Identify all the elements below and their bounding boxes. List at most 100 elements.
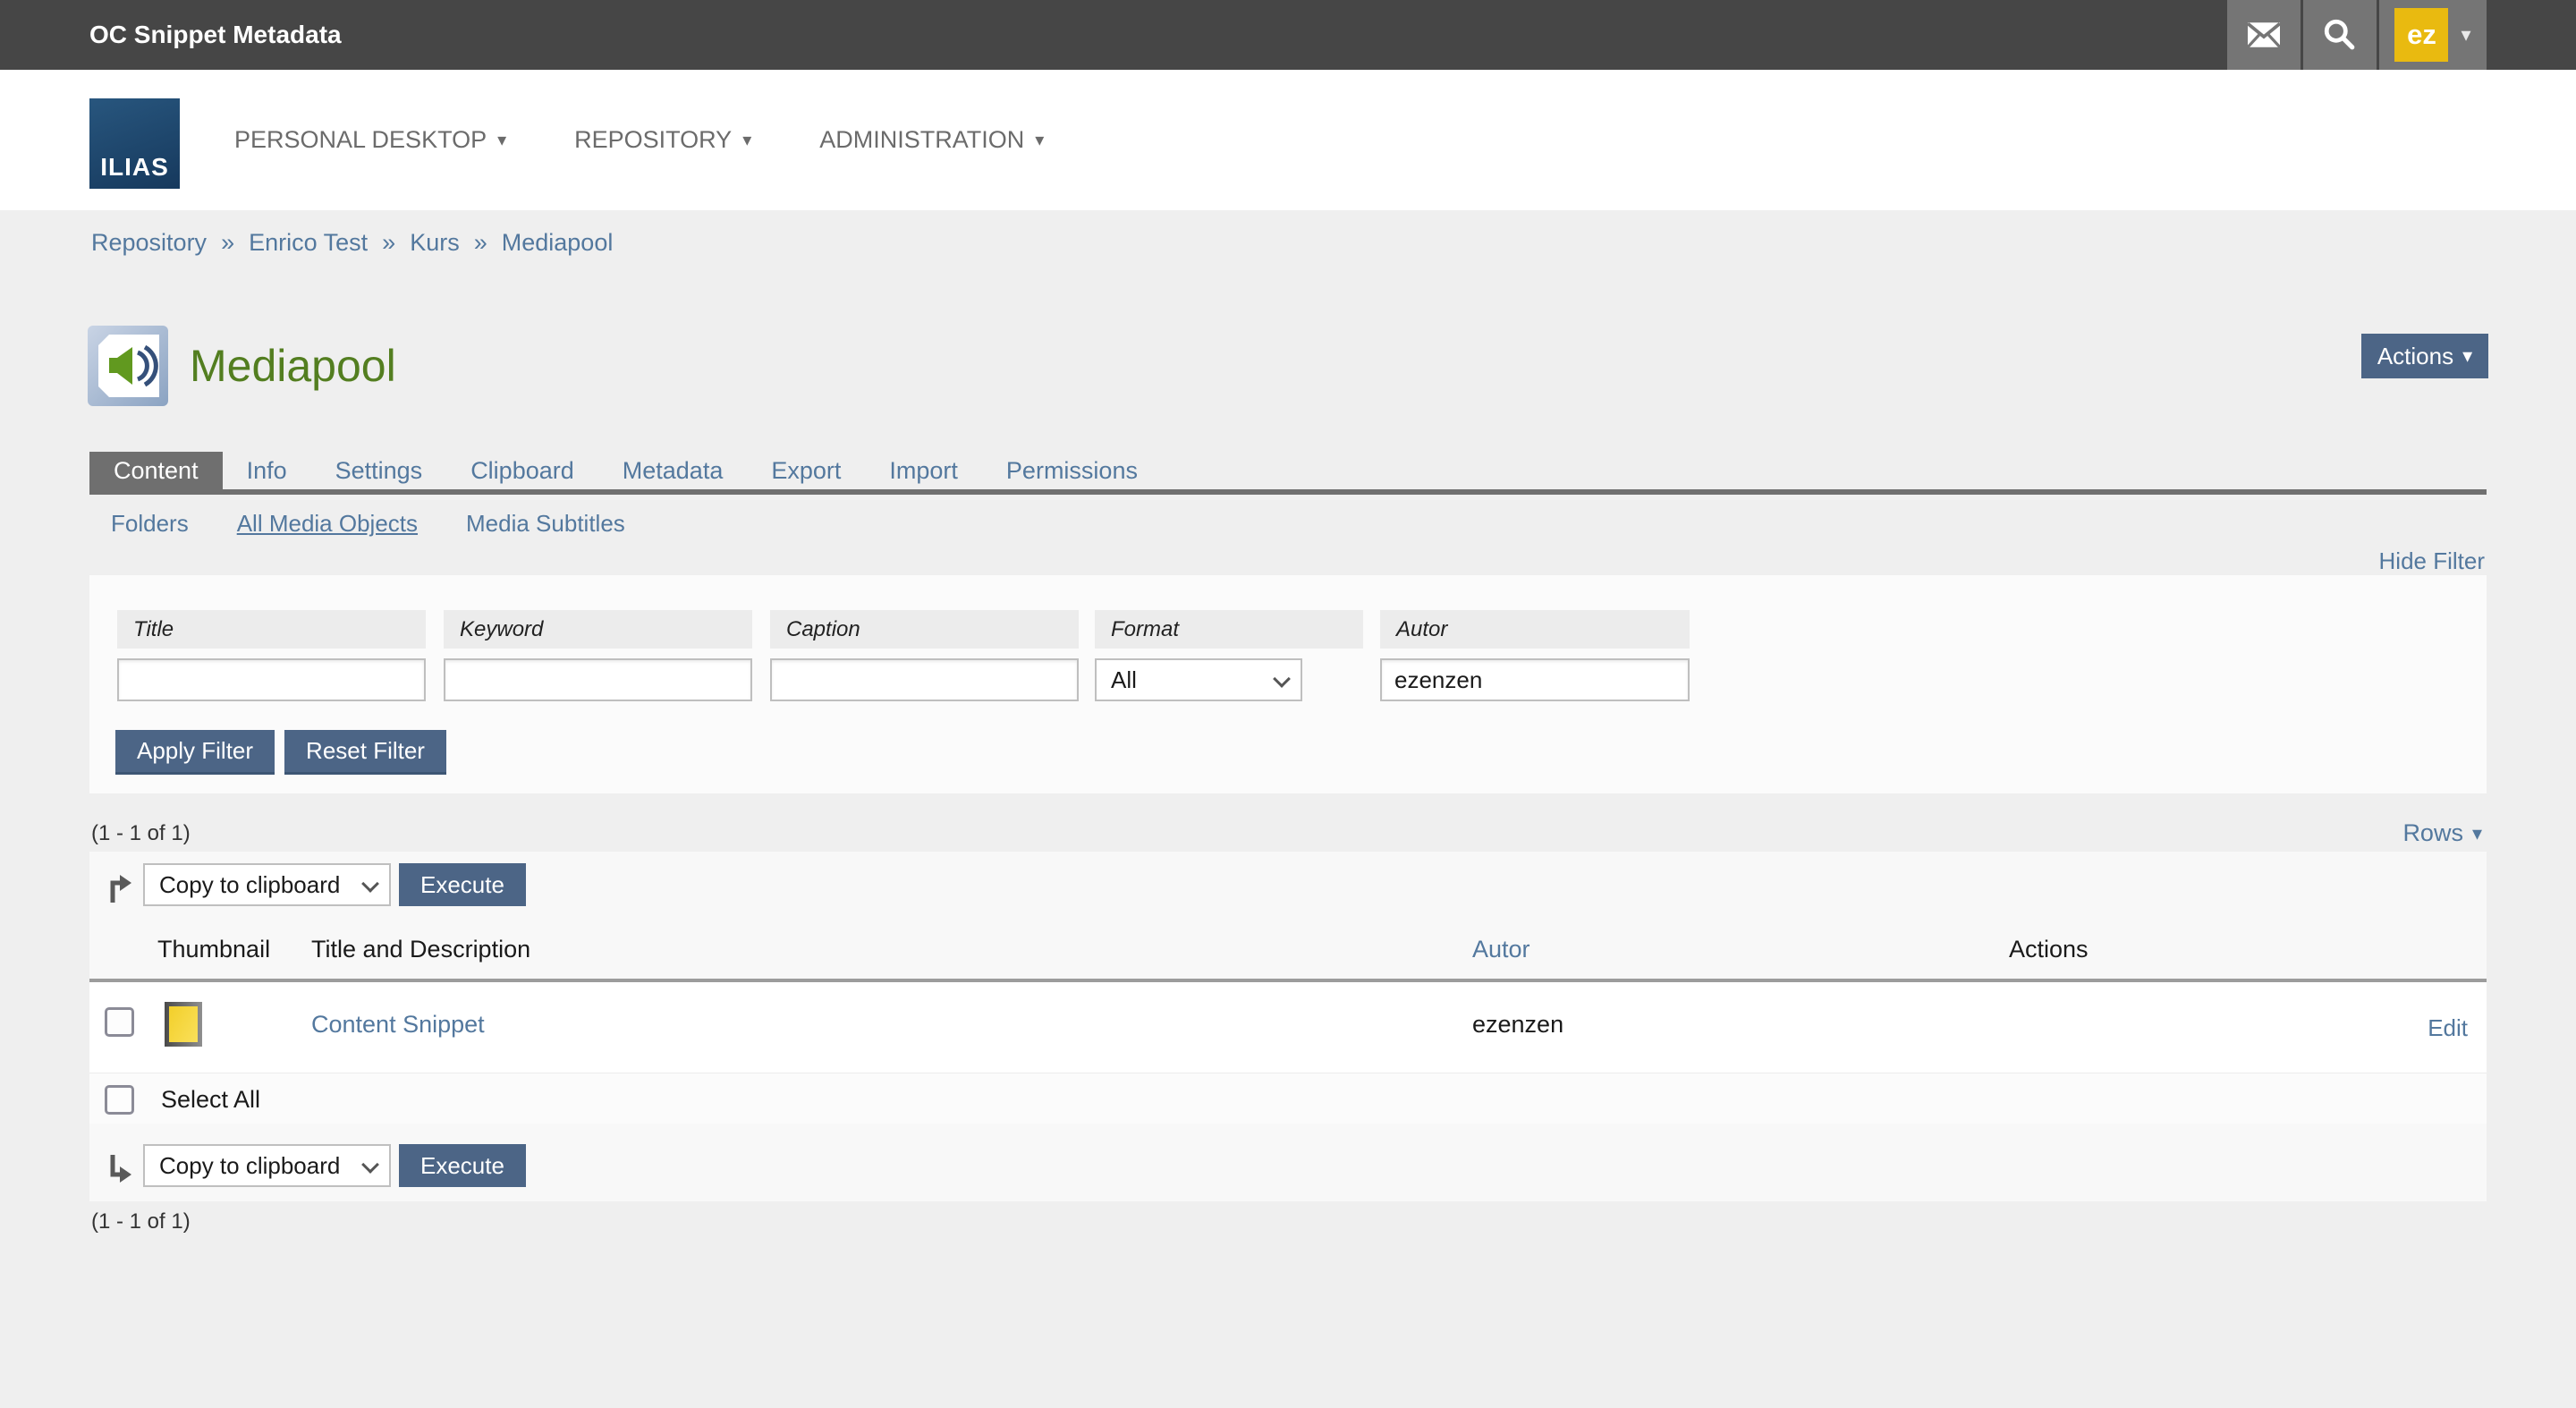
- top-bar: OC Snippet Metadata ez ▾: [0, 0, 2576, 70]
- nav-repository[interactable]: REPOSITORY ▾: [574, 126, 751, 154]
- media-object-link[interactable]: Content Snippet: [311, 1011, 485, 1039]
- mediapool-page: OC Snippet Metadata ez ▾: [0, 0, 2576, 1408]
- mail-icon: [2248, 22, 2280, 47]
- nav-personal-desktop[interactable]: PERSONAL DESKTOP ▾: [234, 126, 506, 154]
- subtab-all-media-objects[interactable]: All Media Objects: [237, 510, 418, 538]
- user-menu-button[interactable]: ez ▾: [2379, 0, 2487, 70]
- thumbnail-image: [165, 1002, 202, 1047]
- filter-buttons: Apply Filter Reset Filter: [115, 730, 446, 775]
- hide-filter-link[interactable]: Hide Filter: [2379, 547, 2485, 575]
- breadcrumb-separator: »: [221, 229, 234, 257]
- filter-label-autor: Autor: [1380, 610, 1690, 649]
- tab-clipboard[interactable]: Clipboard: [446, 452, 598, 489]
- bulk-action-row-top: Copy to clipboard Execute: [89, 859, 2487, 916]
- rows-dropdown-label: Rows: [2402, 819, 2463, 847]
- format-filter-select[interactable]: All: [1095, 658, 1302, 701]
- column-header-thumbnail: Thumbnail: [157, 936, 270, 963]
- breadcrumb-enrico-test[interactable]: Enrico Test: [249, 229, 368, 257]
- mail-button[interactable]: [2227, 0, 2301, 70]
- result-range-bottom: (1 - 1 of 1): [91, 1209, 191, 1234]
- search-icon: [2323, 18, 2357, 52]
- top-bar-title: OC Snippet Metadata: [89, 21, 342, 49]
- bulk-action-value: Copy to clipboard: [159, 1152, 340, 1179]
- keyword-filter-input[interactable]: [444, 658, 752, 701]
- caret-down-icon: ▾: [2461, 25, 2470, 45]
- nav-administration[interactable]: ADMINISTRATION ▾: [819, 126, 1044, 154]
- rows-dropdown[interactable]: Rows ▾: [2402, 819, 2482, 847]
- bulk-action-select-bottom[interactable]: Copy to clipboard: [143, 1144, 391, 1187]
- actions-button-label: Actions: [2377, 343, 2453, 370]
- execute-button-top[interactable]: Execute: [399, 863, 526, 906]
- breadcrumb-separator: »: [382, 229, 395, 257]
- nav-label: PERSONAL DESKTOP: [234, 126, 487, 154]
- filter-field-keyword: Keyword: [444, 610, 752, 701]
- arrow-up-right-icon: [106, 871, 132, 905]
- tab-content[interactable]: Content: [89, 452, 223, 489]
- chevron-down-icon: [1275, 673, 1288, 685]
- tab-permissions[interactable]: Permissions: [982, 452, 1162, 489]
- select-all-row: Select All: [89, 1073, 2487, 1124]
- bulk-action-row-bottom: Copy to clipboard Execute: [89, 1140, 2487, 1197]
- format-select-value: All: [1111, 666, 1137, 693]
- filter-label-title: Title: [117, 610, 426, 649]
- autor-filter-input[interactable]: [1380, 658, 1690, 701]
- thumbnail-fill: [169, 1006, 198, 1042]
- row-autor: ezenzen: [1472, 1011, 1563, 1039]
- mediapool-icon: [88, 326, 168, 406]
- media-objects-table: Copy to clipboard Execute Thumbnail Titl…: [89, 852, 2487, 1201]
- tab-export[interactable]: Export: [747, 452, 865, 489]
- breadcrumb: Repository » Enrico Test » Kurs » Mediap…: [91, 229, 613, 257]
- main-nav: PERSONAL DESKTOP ▾ REPOSITORY ▾ ADMINIST…: [234, 70, 1044, 210]
- edit-link[interactable]: Edit: [2428, 1014, 2468, 1042]
- table-row: Content Snippet ezenzen Edit: [89, 982, 2487, 1073]
- top-bar-actions: ez ▾: [2227, 0, 2487, 70]
- ilias-logo[interactable]: ILIAS: [89, 98, 180, 189]
- caret-down-icon: ▾: [2472, 824, 2482, 844]
- caption-filter-input[interactable]: [770, 658, 1079, 701]
- page-title: Mediapool: [190, 340, 396, 392]
- select-all-checkbox[interactable]: [105, 1085, 134, 1115]
- bulk-action-value: Copy to clipboard: [159, 871, 340, 898]
- reset-filter-button[interactable]: Reset Filter: [284, 730, 446, 775]
- search-button[interactable]: [2303, 0, 2377, 70]
- row-checkbox[interactable]: [105, 1007, 134, 1037]
- result-range-top: (1 - 1 of 1): [91, 821, 191, 846]
- filter-field-format: Format: [1095, 610, 1363, 649]
- tab-import[interactable]: Import: [865, 452, 982, 489]
- filter-panel: Title Keyword Caption Format All Autor A…: [89, 575, 2487, 793]
- tab-settings[interactable]: Settings: [311, 452, 447, 489]
- tab-underline: [89, 489, 2487, 495]
- title-filter-input[interactable]: [117, 658, 426, 701]
- nav-label: ADMINISTRATION: [819, 126, 1024, 154]
- caret-down-icon: ▾: [497, 131, 506, 149]
- main-header: ILIAS PERSONAL DESKTOP ▾ REPOSITORY ▾ AD…: [0, 70, 2576, 210]
- execute-button-bottom[interactable]: Execute: [399, 1144, 526, 1187]
- avatar: ez: [2394, 8, 2448, 62]
- tab-metadata[interactable]: Metadata: [598, 452, 748, 489]
- column-header-autor[interactable]: Autor: [1472, 936, 1530, 963]
- tab-info[interactable]: Info: [223, 452, 311, 489]
- table-header-row: Thumbnail Title and Description Autor Ac…: [89, 936, 2487, 971]
- subtab-folders[interactable]: Folders: [111, 510, 189, 538]
- bulk-action-select-top[interactable]: Copy to clipboard: [143, 863, 391, 906]
- nav-label: REPOSITORY: [574, 126, 732, 154]
- caret-down-icon: ▾: [742, 131, 751, 149]
- filter-field-title: Title: [117, 610, 426, 701]
- apply-filter-button[interactable]: Apply Filter: [115, 730, 275, 775]
- tab-bar: Content Info Settings Clipboard Metadata…: [89, 452, 1162, 489]
- subtab-bar: Folders All Media Objects Media Subtitle…: [111, 510, 625, 538]
- breadcrumb-kurs[interactable]: Kurs: [410, 229, 460, 257]
- chevron-down-icon: [364, 878, 377, 890]
- arrow-down-right-icon: [106, 1152, 132, 1186]
- filter-field-autor: Autor: [1380, 610, 1690, 701]
- column-header-actions: Actions: [2009, 936, 2089, 963]
- filter-label-caption: Caption: [770, 610, 1079, 649]
- breadcrumb-mediapool[interactable]: Mediapool: [502, 229, 614, 257]
- subtab-media-subtitles[interactable]: Media Subtitles: [466, 510, 625, 538]
- breadcrumb-separator: »: [474, 229, 487, 257]
- caret-down-icon: ▾: [2462, 346, 2472, 366]
- actions-button[interactable]: Actions ▾: [2361, 334, 2488, 378]
- chevron-down-icon: [364, 1158, 377, 1171]
- breadcrumb-repository[interactable]: Repository: [91, 229, 207, 257]
- select-all-label: Select All: [161, 1086, 260, 1114]
